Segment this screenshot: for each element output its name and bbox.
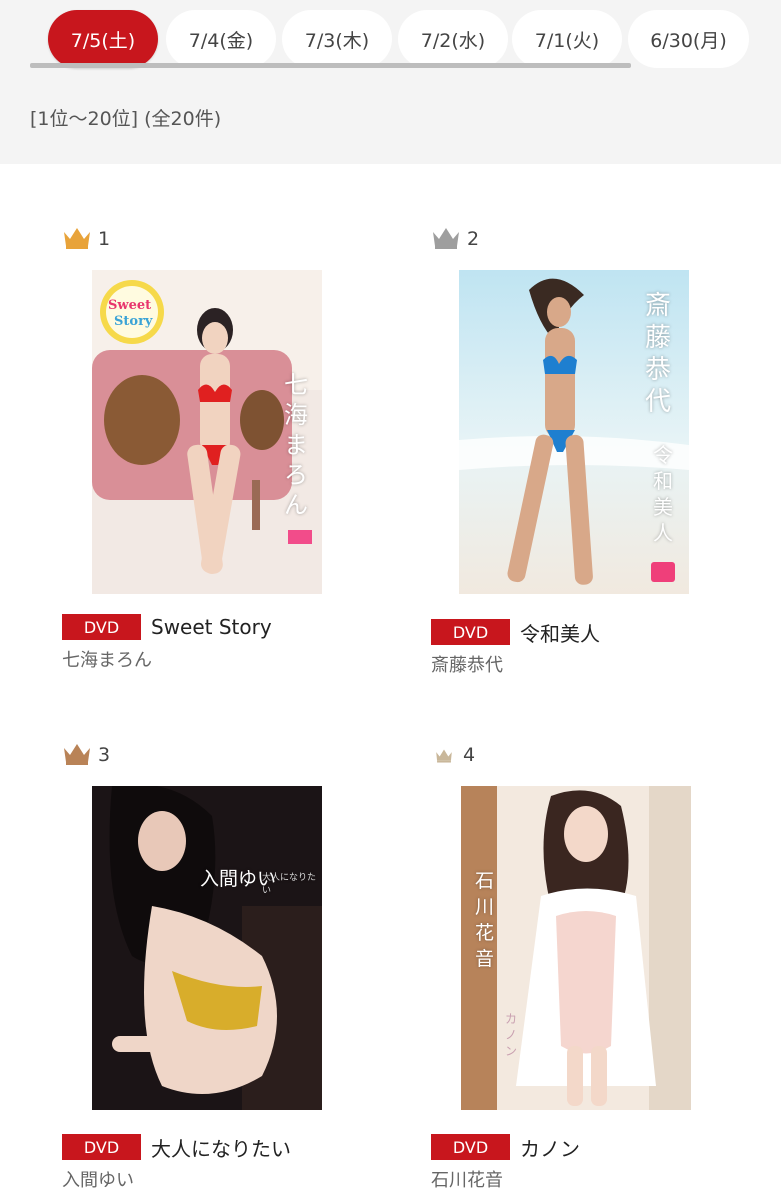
date-tab-1[interactable]: 7/5(土) <box>48 10 158 68</box>
bronze-crown-icon <box>62 740 92 770</box>
date-tab-3[interactable]: 7/3(木) <box>282 10 392 68</box>
small-crown-icon <box>431 740 457 770</box>
artist-name[interactable]: 斎藤恭代 <box>431 651 503 677</box>
format-badge: DVD <box>62 1134 141 1160</box>
format-badge: DVD <box>431 619 510 645</box>
gold-crown-icon <box>62 224 92 254</box>
product-title[interactable]: カノン <box>520 1133 580 1162</box>
product-meta: DVD 大人になりたい <box>62 1132 291 1162</box>
rank-label: 2 <box>431 224 479 254</box>
date-navigation-area: 7/5(土) 7/4(金) 7/3(木) 7/2(水) 7/1(火) 6/30(月) [1… <box>0 0 781 164</box>
product-meta: DVD 令和美人 <box>431 617 600 647</box>
format-badge: DVD <box>62 614 141 640</box>
product-cover-image[interactable]: 入間ゆい 大人になりたい <box>92 786 322 1110</box>
date-tab-bar: 7/5(土) 7/4(金) 7/3(木) 7/2(水) 7/1(火) 6/30(月) <box>30 0 750 70</box>
product-title[interactable]: 大人になりたい <box>151 1133 291 1162</box>
artist-name[interactable]: 七海まろん <box>62 646 152 672</box>
artist-name[interactable]: 石川花音 <box>431 1166 503 1192</box>
rank-label: 1 <box>62 224 110 254</box>
rank-label: 3 <box>62 740 110 770</box>
date-tab-5[interactable]: 7/1(火) <box>512 10 622 68</box>
silver-crown-icon <box>431 224 461 254</box>
tab-scrollbar[interactable] <box>30 63 631 68</box>
result-range-text: [1位〜20位] (全20件) <box>30 108 222 130</box>
date-tab-6[interactable]: 6/30(月) <box>628 10 749 68</box>
product-cover-image[interactable]: 斎藤恭代 令和美人 <box>459 270 689 594</box>
date-tab-4[interactable]: 7/2(水) <box>398 10 508 68</box>
product-cover-image[interactable]: 石川花音 カノン <box>461 786 691 1110</box>
date-tab-2[interactable]: 7/4(金) <box>166 10 276 68</box>
artist-name[interactable]: 入間ゆい <box>62 1166 134 1192</box>
format-badge: DVD <box>431 1134 510 1160</box>
rank-label: 4 <box>431 740 475 770</box>
product-title[interactable]: 令和美人 <box>520 618 600 647</box>
product-cover-image[interactable]: Sweet Story 七海まろん <box>92 270 322 594</box>
product-meta: DVD Sweet Story <box>62 612 272 642</box>
product-title[interactable]: Sweet Story <box>151 615 272 639</box>
product-meta: DVD カノン <box>431 1132 580 1162</box>
